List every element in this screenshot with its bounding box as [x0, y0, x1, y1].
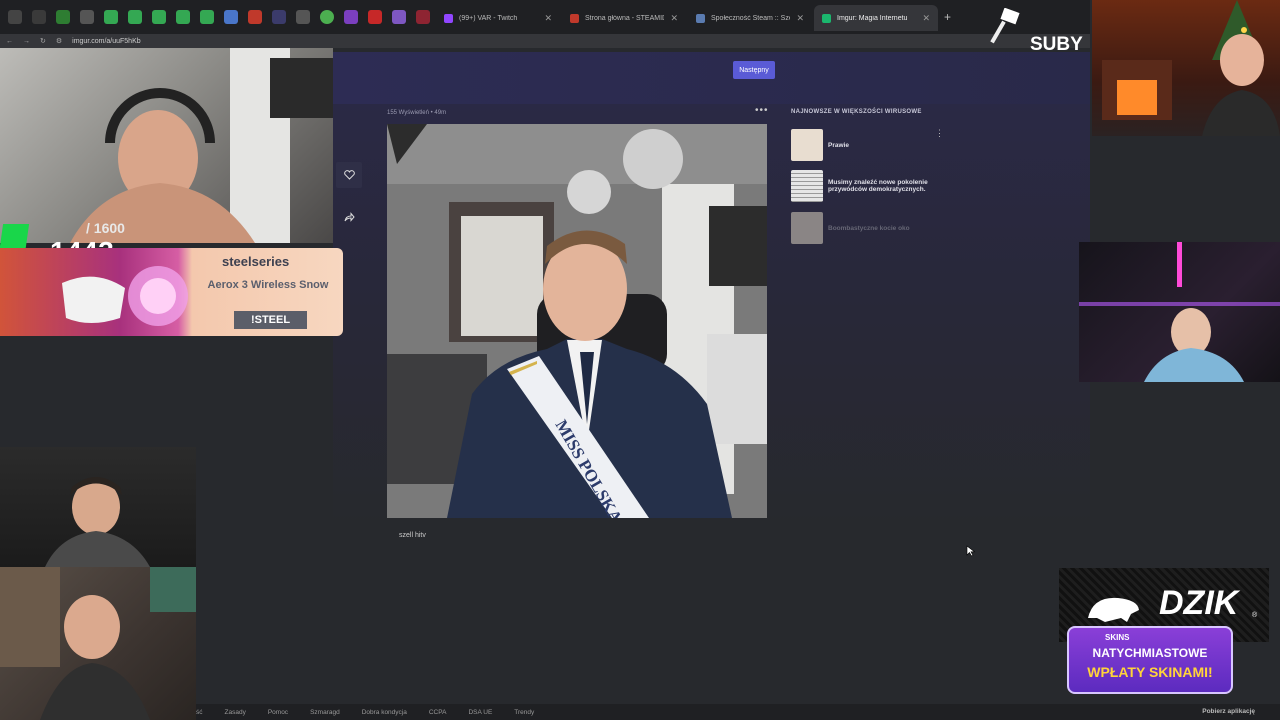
viral-thumbnail — [791, 212, 823, 244]
footer-link[interactable]: Zasady — [225, 709, 246, 716]
webcam-rgb-room — [1079, 242, 1280, 382]
pinned-tab-icon[interactable] — [392, 10, 406, 24]
tab-label: Społeczność Steam :: Szell — [711, 14, 791, 22]
viral-thumbnail — [791, 170, 823, 202]
pinned-tab-icon[interactable] — [56, 10, 70, 24]
close-tab-icon[interactable]: ✕ — [670, 13, 678, 24]
mouse-product-image — [62, 266, 188, 326]
pinned-tab-icon[interactable] — [344, 10, 358, 24]
hammer-icon — [990, 8, 1020, 44]
viral-section-title: NAJNOWSZE W WIĘKSZOŚCI WIRUSOWE — [791, 109, 922, 115]
viral-thumbnail — [791, 129, 823, 161]
viral-item-label: Boombastyczne kocie oko — [828, 224, 910, 232]
steamid-favicon-icon — [570, 13, 579, 23]
close-tab-icon[interactable]: ✕ — [796, 13, 804, 24]
pinned-tab-icon[interactable] — [296, 10, 310, 24]
footer-link[interactable]: DSA UE — [468, 709, 492, 716]
steelseries-logo: steelseries — [222, 254, 290, 269]
sub-goal-total: / 1600 — [86, 220, 125, 236]
footer-link[interactable]: Dobra kondycja — [362, 709, 407, 716]
pinned-tab-icon[interactable] — [224, 10, 238, 24]
webcam-guest — [0, 567, 196, 720]
footer-link[interactable]: Szmaragd — [310, 709, 340, 716]
tab-label: (99+) VAR - Twitch — [459, 14, 518, 22]
pinned-tab-icon[interactable] — [128, 10, 142, 24]
pinned-tab-icon[interactable] — [200, 10, 214, 24]
site-info-icon[interactable]: ⚙ — [56, 37, 62, 45]
reload-icon[interactable]: ↻ — [40, 37, 46, 45]
viral-item[interactable]: Boombastyczne kocie oko — [791, 212, 941, 244]
steel-product-name: Aerox 3 Wireless Snow — [207, 279, 329, 291]
imgur-header — [333, 52, 1090, 104]
address-bar: ← → ↻ ⚙ imgur.com/a/uuF5hKb — [0, 34, 1090, 48]
promo-line-2: WPŁATY SKINAMI! — [1087, 664, 1213, 680]
viral-item[interactable]: Musimy znaleźć nowe pokolenie przywódców… — [791, 170, 941, 202]
tab-imgur[interactable]: Imgur: Magia Internetu ✕ — [814, 5, 938, 31]
footer-link[interactable]: CCPA — [429, 709, 447, 716]
tab-label: Strona główna - STEAMID I/O — [585, 14, 665, 22]
dzik-ad: DZIK ® SKINS NATYCHMIASTOWE WPŁATY SKINA… — [1059, 568, 1269, 698]
close-tab-icon[interactable]: ✕ — [544, 13, 552, 24]
share-arrow-icon[interactable] — [336, 204, 362, 230]
more-options-icon[interactable]: ••• — [755, 105, 769, 116]
tab-search-icon[interactable] — [8, 10, 22, 24]
browser-tab-bar: (99+) VAR - Twitch ✕ Strona główna - STE… — [0, 0, 1090, 34]
get-app-link[interactable]: Pobierz aplikację — [1202, 708, 1255, 715]
screen: (99+) VAR - Twitch ✕ Strona główna - STE… — [0, 0, 1280, 720]
imgur-footer: ść Zasady Pomoc Szmaragd Dobra kondycja … — [196, 704, 1280, 720]
skins-brand: SKINS — [1105, 633, 1130, 642]
steelseries-ad: steelseries Aerox 3 Wireless Snow !STEEL — [0, 248, 343, 336]
pinned-tab-icon[interactable] — [272, 10, 286, 24]
skins-promo-badge: SKINS NATYCHMIASTOWE WPŁATY SKINAMI! — [1067, 626, 1233, 694]
pinned-tab-icon[interactable] — [320, 10, 334, 24]
tab-steamid[interactable]: Strona główna - STEAMID I/O ✕ — [562, 5, 686, 31]
pinned-tab-icon[interactable] — [368, 10, 382, 24]
pinned-tab-icon[interactable] — [104, 10, 118, 24]
pinned-tab-icon[interactable] — [176, 10, 190, 24]
webcam-cohost — [0, 447, 196, 567]
imgur-favicon-icon — [822, 13, 831, 23]
viral-item[interactable]: Prawie — [791, 129, 941, 161]
pinned-tab-icon[interactable] — [152, 10, 166, 24]
mouse-cursor-icon — [966, 545, 976, 557]
viral-item-label: Prawie — [828, 141, 849, 149]
suby-label: SUBY — [1030, 34, 1083, 55]
tab-label: Imgur: Magia Internetu — [837, 14, 908, 22]
pinned-tab-icon[interactable] — [248, 10, 262, 24]
url-field[interactable]: imgur.com/a/uuF5hKb — [72, 38, 140, 45]
pinned-tab-icon[interactable] — [80, 10, 94, 24]
webcam-christmas — [1092, 0, 1280, 136]
post-views: 155 Wyświetleń • 49m — [387, 110, 447, 116]
back-icon[interactable]: ← — [6, 38, 13, 45]
footer-link[interactable]: Pomoc — [268, 709, 288, 716]
steam-favicon-icon — [696, 13, 705, 23]
post-image[interactable]: MISS POLSKA 202 — [387, 124, 767, 518]
viral-item-label: Musimy znaleźć nowe pokolenie przywódców… — [828, 179, 928, 193]
webcam-streamer-main — [0, 48, 333, 243]
pinned-tab-icon[interactable] — [32, 10, 46, 24]
tab-steam-community[interactable]: Społeczność Steam :: Szell ✕ — [688, 5, 812, 31]
forward-icon[interactable]: → — [23, 38, 30, 45]
registered-mark: ® — [1252, 612, 1258, 619]
footer-link[interactable]: Trendy — [514, 709, 534, 716]
post-caption: szell hitv — [399, 532, 426, 539]
close-tab-icon[interactable]: ✕ — [922, 13, 930, 24]
pinned-tab-icon[interactable] — [416, 10, 430, 24]
boar-icon — [1088, 597, 1139, 622]
steel-command-badge: !STEEL — [234, 311, 307, 329]
dzik-logo: DZIK — [1159, 584, 1239, 622]
promo-line-1: NATYCHMIASTOWE — [1092, 646, 1208, 660]
twitch-favicon-icon — [444, 13, 453, 23]
next-post-button[interactable]: Następny — [733, 61, 775, 79]
footer-link[interactable]: ść — [196, 709, 203, 716]
favorite-heart-icon[interactable] — [336, 162, 362, 188]
new-tab-icon[interactable]: + — [944, 10, 951, 24]
tab-twitch[interactable]: (99+) VAR - Twitch ✕ — [436, 5, 560, 31]
